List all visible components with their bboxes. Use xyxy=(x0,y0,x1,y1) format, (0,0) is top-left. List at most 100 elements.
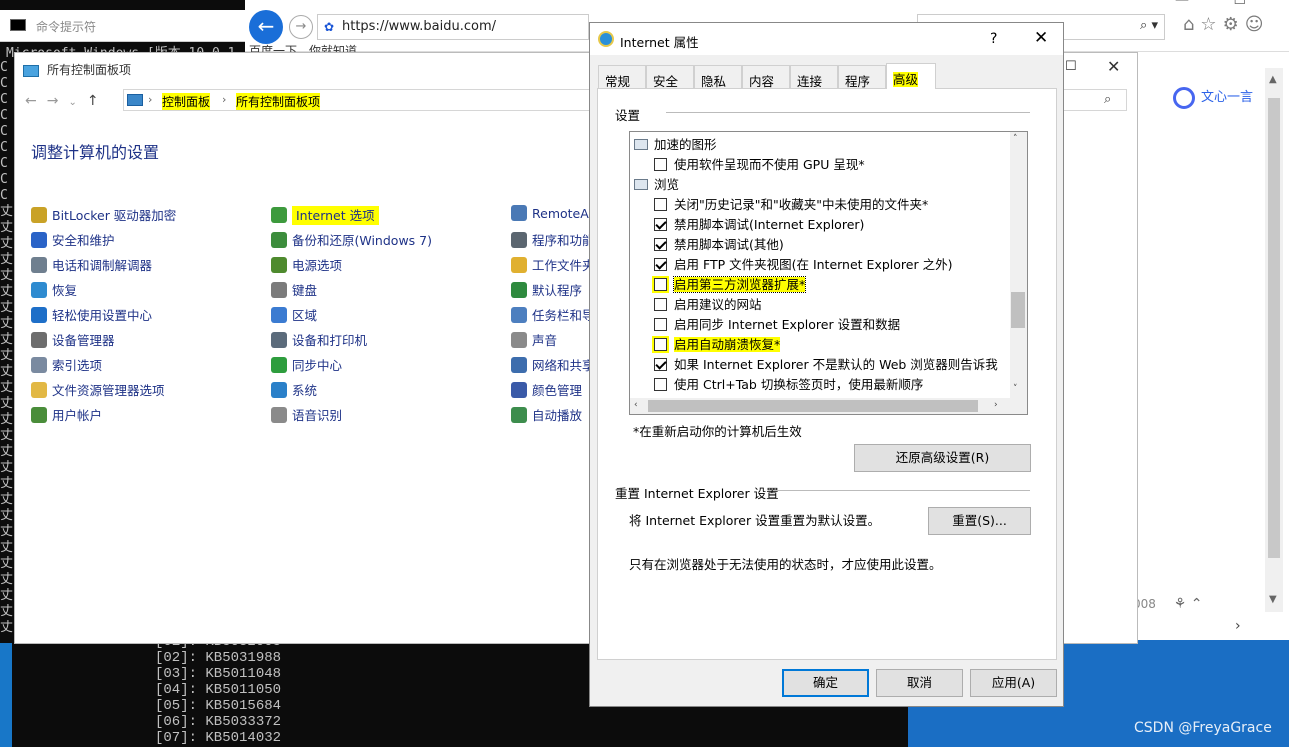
cp-item[interactable]: 备份和还原(Windows 7) xyxy=(271,230,432,250)
cp-item[interactable]: 设备和打印机 xyxy=(271,330,367,350)
checkbox[interactable] xyxy=(654,318,667,331)
checkbox[interactable] xyxy=(654,298,667,311)
checkbox[interactable] xyxy=(654,218,667,231)
settings-option[interactable]: 启用第三方浏览器扩展* xyxy=(652,274,807,294)
maximize-button[interactable]: ☐ xyxy=(1065,59,1077,74)
cp-item[interactable]: 电源选项 xyxy=(271,255,342,275)
address-bar[interactable]: ✿ https://www.baidu.com/ xyxy=(317,14,589,40)
home-favorites-settings-icons[interactable]: ⌂☆⚙☺ xyxy=(1183,14,1269,35)
cp-item[interactable]: 语音识别 xyxy=(271,405,342,425)
recovery-icon xyxy=(31,282,47,298)
browser-vertical-scrollbar[interactable]: ▲ ▼ xyxy=(1265,68,1283,614)
breadcrumb-all-items[interactable]: 所有控制面板项 xyxy=(236,93,321,110)
cp-item[interactable]: 程序和功能 xyxy=(511,230,595,250)
checkbox[interactable] xyxy=(654,378,667,391)
scroll-down-icon[interactable]: ▼ xyxy=(1269,594,1277,605)
recent-dropdown[interactable]: ⌄ xyxy=(68,97,86,108)
close-button[interactable]: ✕ xyxy=(1107,57,1120,76)
scroll-thumb[interactable] xyxy=(1268,98,1280,558)
settings-option[interactable]: 禁用脚本调试(其他) xyxy=(654,234,784,254)
settings-option[interactable]: 启用建议的网站 xyxy=(654,294,762,314)
checkbox[interactable] xyxy=(652,336,669,353)
cp-item[interactable]: 文件资源管理器选项 xyxy=(31,380,165,400)
programs-icon xyxy=(511,232,527,248)
settings-tree[interactable]: 加速的图形 使用软件呈现而不使用 GPU 呈现* 浏览 关闭"历史记录"和"收藏夹"中… xyxy=(629,131,1028,415)
wenxin-button[interactable]: 文心一言 xyxy=(1173,86,1253,109)
help-button[interactable]: ? xyxy=(990,31,997,47)
cp-item[interactable]: 系统 xyxy=(271,380,317,400)
search-icon[interactable]: ⌕ xyxy=(1104,92,1111,107)
tab-0[interactable]: 常规 xyxy=(598,65,646,89)
scroll-down-icon[interactable]: ˅ xyxy=(1013,384,1018,394)
cp-item[interactable]: 网络和共享 xyxy=(511,355,595,375)
settings-option[interactable]: 禁用脚本调试(Internet Explorer) xyxy=(654,214,864,234)
tab-6[interactable]: 高级 xyxy=(886,63,936,89)
reset-button[interactable]: 重置(S)... xyxy=(928,507,1031,535)
cp-item[interactable]: 轻松使用设置中心 xyxy=(31,305,152,325)
settings-option[interactable]: 关闭"历史记录"和"收藏夹"中未使用的文件夹* xyxy=(654,194,928,214)
cp-item[interactable]: 恢复 xyxy=(31,280,77,300)
tab-1[interactable]: 安全 xyxy=(646,65,694,89)
checkbox[interactable] xyxy=(654,258,667,271)
cp-item[interactable]: 声音 xyxy=(511,330,557,350)
scroll-right-icon[interactable]: › xyxy=(994,400,998,410)
breadcrumb-control-panel[interactable]: 控制面板 xyxy=(162,93,211,110)
back-arrow-icon[interactable]: ← xyxy=(249,10,283,44)
checkbox[interactable] xyxy=(654,198,667,211)
cancel-button[interactable]: 取消 xyxy=(876,669,963,697)
cmd-title-bar[interactable]: 命令提示符 xyxy=(0,10,250,42)
cp-item[interactable]: Internet 选项 xyxy=(271,205,379,225)
cp-item-label: 轻松使用设置中心 xyxy=(52,308,153,323)
apply-button[interactable]: 应用(A) xyxy=(970,669,1057,697)
cp-item[interactable]: 工作文件夹 xyxy=(511,255,595,275)
up-button[interactable]: ↑ xyxy=(87,93,109,109)
cp-item[interactable]: 默认程序 xyxy=(511,280,582,300)
tab-5[interactable]: 程序 xyxy=(838,65,886,89)
restore-advanced-button[interactable]: 还原高级设置(R) xyxy=(854,444,1031,472)
cp-item[interactable]: 设备管理器 xyxy=(31,330,115,350)
checkbox[interactable] xyxy=(652,276,669,293)
cp-item[interactable]: RemoteAp xyxy=(511,205,597,225)
scroll-thumb[interactable] xyxy=(648,400,978,412)
checkbox[interactable] xyxy=(654,358,667,371)
tree-horizontal-scrollbar[interactable]: ‹ › xyxy=(630,398,1010,414)
settings-option[interactable]: 如果 Internet Explorer 不是默认的 Web 浏览器则告诉我 xyxy=(654,354,998,374)
tab-3[interactable]: 内容 xyxy=(742,65,790,89)
forward-arrow-icon[interactable]: → xyxy=(289,15,313,39)
settings-option[interactable]: 启用自动崩溃恢复* xyxy=(652,334,781,354)
tab-2[interactable]: 隐私 xyxy=(694,65,742,89)
checkbox[interactable] xyxy=(654,158,667,171)
cp-item[interactable]: 安全和维护 xyxy=(31,230,115,250)
cp-item[interactable]: 任务栏和导 xyxy=(511,305,595,325)
cp-item[interactable]: 自动播放 xyxy=(511,405,582,425)
cp-title-bar: 所有控制面板项 xyxy=(23,61,131,78)
cp-item[interactable]: 区域 xyxy=(271,305,317,325)
forward-button[interactable]: → xyxy=(47,93,69,109)
cp-item[interactable]: 电话和调制解调器 xyxy=(31,255,152,275)
scroll-right-icon[interactable]: › xyxy=(1235,618,1241,634)
ok-button[interactable]: 确定 xyxy=(782,669,869,697)
cp-item[interactable]: 用户帐户 xyxy=(31,405,102,425)
window-controls[interactable]: — ☐ ✕ xyxy=(1175,0,1289,8)
cp-item[interactable]: 索引选项 xyxy=(31,355,102,375)
search-dropdown-icon[interactable]: ⌕ ▾ xyxy=(1140,18,1158,33)
cp-item[interactable]: 键盘 xyxy=(271,280,317,300)
checkbox[interactable] xyxy=(654,238,667,251)
tree-vertical-scrollbar[interactable]: ˄ ˅ xyxy=(1010,132,1027,398)
dialog-close-button[interactable]: ✕ xyxy=(1034,28,1048,48)
breadcrumb-icon xyxy=(127,94,143,106)
tray-icons[interactable]: ⚘ ⌃ xyxy=(1174,596,1203,612)
scroll-thumb[interactable] xyxy=(1011,292,1025,328)
cp-item[interactable]: BitLocker 驱动器加密 xyxy=(31,205,176,225)
scroll-left-icon[interactable]: ‹ xyxy=(634,400,638,410)
cp-item[interactable]: 颜色管理 xyxy=(511,380,582,400)
settings-option[interactable]: 使用 Ctrl+Tab 切换标签页时，使用最新顺序 xyxy=(654,374,923,394)
settings-option[interactable]: 启用 FTP 文件夹视图(在 Internet Explorer 之外) xyxy=(654,254,952,274)
back-button[interactable]: ← xyxy=(25,93,47,109)
settings-option[interactable]: 启用同步 Internet Explorer 设置和数据 xyxy=(654,314,900,334)
scroll-up-icon[interactable]: ▲ xyxy=(1269,74,1277,85)
cp-item[interactable]: 同步中心 xyxy=(271,355,342,375)
scroll-up-icon[interactable]: ˄ xyxy=(1013,134,1018,144)
settings-option[interactable]: 使用软件呈现而不使用 GPU 呈现* xyxy=(654,154,865,174)
tab-4[interactable]: 连接 xyxy=(790,65,838,89)
